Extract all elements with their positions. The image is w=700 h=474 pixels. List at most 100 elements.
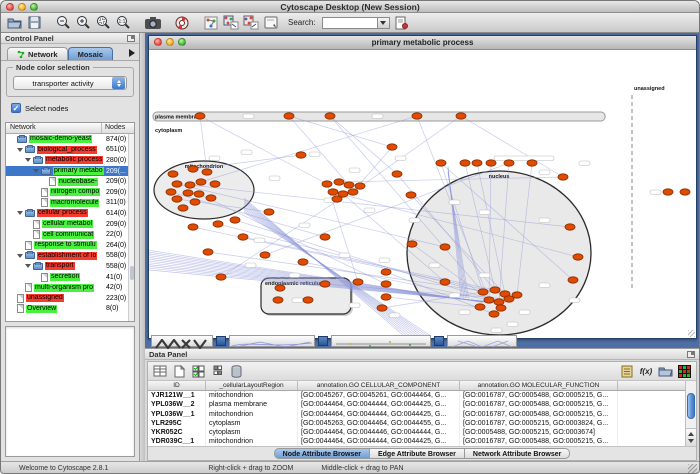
tree-row[interactable]: primary metabo209(...: [6, 166, 134, 177]
tree-row[interactable]: nitrogen compo209(0): [6, 187, 134, 198]
table-row[interactable]: YKR052Ccytoplasm[GO:0044464, GO:0044446,…: [148, 428, 696, 437]
network-node[interactable]: [275, 285, 285, 291]
network-node[interactable]: [202, 169, 212, 175]
minimize-button[interactable]: [18, 3, 26, 11]
network-node[interactable]: [303, 297, 313, 303]
zoom-selected-icon[interactable]: [95, 15, 112, 31]
attribute-grid-icon[interactable]: [209, 364, 225, 379]
network-node[interactable]: [260, 252, 270, 258]
network-node[interactable]: [377, 305, 387, 311]
network-node[interactable]: [494, 299, 504, 305]
network-node[interactable]: [440, 279, 450, 285]
delete-attribute-icon[interactable]: [228, 364, 244, 379]
search-input[interactable]: [322, 17, 378, 29]
network-node[interactable]: [210, 181, 220, 187]
network-node[interactable]: [680, 189, 690, 195]
network-node[interactable]: [472, 160, 482, 166]
network-node[interactable]: [412, 113, 422, 119]
network-node[interactable]: [196, 179, 206, 185]
tab-network-attribute-browser[interactable]: Network Attribute Browser: [465, 448, 570, 459]
expand-arrow-icon[interactable]: [25, 158, 31, 162]
network-node[interactable]: [190, 199, 200, 205]
attribute-list-icon[interactable]: [619, 364, 635, 379]
tree-row[interactable]: cellular process614(0): [6, 208, 134, 219]
table-scrollbar[interactable]: [685, 381, 696, 446]
network-node[interactable]: [178, 205, 188, 211]
close-button[interactable]: [6, 3, 14, 11]
column-header[interactable]: annotation.GO MOLECULAR_FUNCTION: [460, 381, 618, 390]
network-node[interactable]: [348, 189, 358, 195]
select-attributes-icon[interactable]: [152, 364, 168, 379]
expand-arrow-icon[interactable]: [17, 254, 23, 258]
network-node[interactable]: [436, 160, 446, 166]
zoom-out-icon[interactable]: [55, 15, 72, 31]
network-node[interactable]: [238, 234, 248, 240]
network-node[interactable]: [213, 221, 223, 227]
tab-edge-attribute-browser[interactable]: Edge Attribute Browser: [370, 448, 465, 459]
tab-mosaic[interactable]: Mosaic: [68, 47, 113, 60]
network-canvas[interactable]: plasma membranecytoplasmmitochondrionnuc…: [149, 50, 696, 338]
network-node[interactable]: [203, 249, 213, 255]
search-dropdown-button[interactable]: [378, 17, 390, 29]
network-node[interactable]: [489, 311, 499, 317]
expand-arrow-icon[interactable]: [25, 264, 31, 268]
expand-arrow-icon[interactable]: [17, 211, 23, 215]
tree-row[interactable]: macromolecule311(0): [6, 198, 134, 209]
minimized-view-thumbnail[interactable]: [151, 335, 213, 347]
network-node[interactable]: [663, 189, 673, 195]
annotation-icon[interactable]: [262, 15, 279, 31]
table-row[interactable]: YLR295Ccytoplasm[GO:0045263, GO:0044464,…: [148, 419, 696, 428]
layout-b-icon[interactable]: [242, 15, 259, 31]
tab-node-attribute-browser[interactable]: Node Attribute Browser: [274, 448, 370, 459]
expand-arrow-icon[interactable]: [17, 148, 23, 152]
zoom-fit-icon[interactable]: 1:1: [115, 15, 132, 31]
network-node[interactable]: [325, 113, 335, 119]
network-node[interactable]: [568, 277, 578, 283]
scrollbar-thumb[interactable]: [687, 393, 695, 419]
snapshot-icon[interactable]: [144, 15, 161, 31]
tree-row[interactable]: metabolic process280(0): [6, 155, 134, 166]
tree-row[interactable]: establishment of lo558(0): [6, 251, 134, 262]
network-node[interactable]: [573, 254, 583, 260]
network-node[interactable]: [486, 160, 496, 166]
minimized-view-thumbnail[interactable]: [447, 335, 517, 347]
network-overview-icon[interactable]: [202, 15, 219, 31]
formula-icon[interactable]: f(x): [638, 364, 654, 379]
new-attribute-icon[interactable]: [171, 364, 187, 379]
network-node[interactable]: [353, 279, 363, 285]
network-node[interactable]: [496, 305, 506, 311]
node-color-dropdown[interactable]: transporter activity: [13, 76, 127, 90]
minimized-view-thumbnail[interactable]: [229, 335, 315, 347]
window-resize-grip[interactable]: [688, 464, 697, 473]
scrollbar-arrows[interactable]: [686, 428, 696, 446]
network-node[interactable]: [456, 113, 466, 119]
tree-row[interactable]: cellular metabol209(0): [6, 219, 134, 230]
network-node[interactable]: [273, 297, 283, 303]
column-header[interactable]: _cellularLayoutRegion: [206, 381, 298, 390]
zoom-in-icon[interactable]: [75, 15, 92, 31]
tree-row[interactable]: multi-organism pro42(0): [6, 282, 134, 293]
frame-minimize-button[interactable]: [166, 38, 174, 46]
table-row[interactable]: YJR121W__1mitochondrion[GO:0045267, GO:0…: [148, 391, 696, 400]
float-panel-icon[interactable]: [687, 351, 695, 358]
tree-row[interactable]: biological_process651(0): [6, 145, 134, 156]
frame-titlebar[interactable]: primary metabolic process: [149, 36, 696, 50]
network-node[interactable]: [344, 182, 354, 188]
network-node[interactable]: [512, 292, 522, 298]
select-nodes-checkbox[interactable]: ✓: [11, 103, 21, 113]
network-node[interactable]: [478, 289, 488, 295]
network-node[interactable]: [320, 281, 330, 287]
network-node[interactable]: [320, 234, 330, 240]
expand-arrow-icon[interactable]: [33, 169, 39, 173]
network-node[interactable]: [264, 209, 274, 215]
tree-row[interactable]: unassigned223(0): [6, 293, 134, 304]
network-node[interactable]: [166, 189, 176, 195]
tree-row[interactable]: cell communicat22(0): [6, 229, 134, 240]
frame-zoom-button[interactable]: [178, 38, 186, 46]
layout-a-icon[interactable]: [222, 15, 239, 31]
network-node[interactable]: [381, 294, 391, 300]
heatmap-icon[interactable]: [676, 364, 692, 379]
save-icon[interactable]: [26, 15, 43, 31]
tab-overflow-arrow-icon[interactable]: [129, 49, 135, 57]
network-node[interactable]: [334, 179, 344, 185]
